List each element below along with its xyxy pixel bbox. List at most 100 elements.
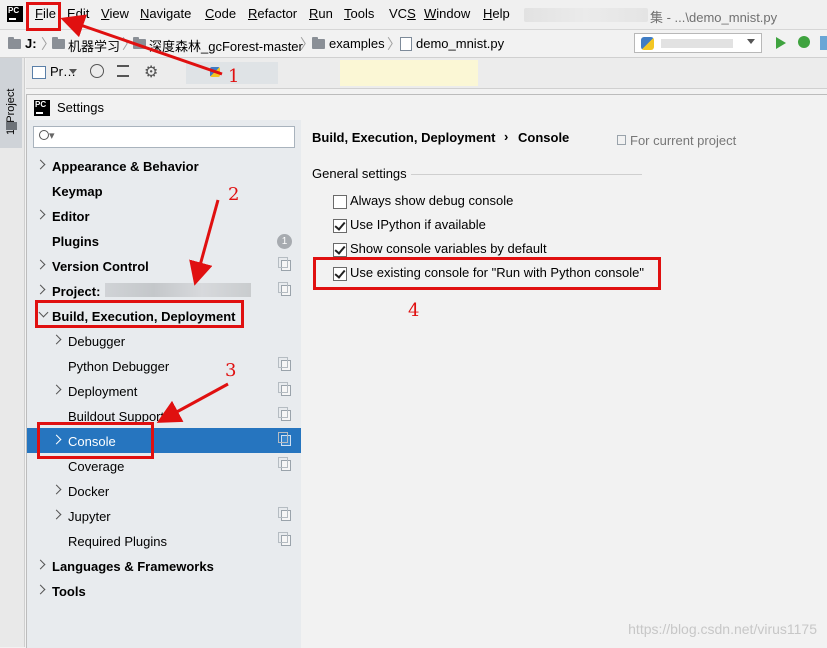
dialog-titlebar: PC Settings <box>27 95 827 120</box>
chevron-right-icon <box>51 484 62 495</box>
breadcrumb-current: Console <box>518 130 570 145</box>
breadcrumb-parent: Build, Execution, Deployment <box>312 130 496 145</box>
coverage-icon[interactable] <box>820 36 827 50</box>
pycharm-logo-icon: PC <box>34 100 50 116</box>
python-file-icon <box>400 37 412 51</box>
for-current-project-label: For current project <box>630 133 737 148</box>
tree-item-languages-frameworks[interactable]: Languages & Frameworks <box>27 553 301 578</box>
annotation-box-console <box>37 422 154 459</box>
breadcrumb-examples[interactable]: examples <box>329 36 385 51</box>
menu-navigate[interactable]: Navigate <box>140 6 191 21</box>
breadcrumb-drive[interactable]: J: <box>25 36 37 51</box>
project-scope-icon <box>617 135 626 145</box>
menu-vcs[interactable]: VCS <box>389 6 416 21</box>
annotation-number-2: 2 <box>228 184 240 205</box>
folder-icon <box>52 37 65 49</box>
run-configuration-select[interactable] <box>634 33 762 53</box>
folder-icon <box>6 122 17 130</box>
chevron-right-icon <box>35 159 46 170</box>
plugins-update-badge: 1 <box>277 234 292 249</box>
project-scope-icon <box>278 457 291 471</box>
python-icon <box>641 37 654 50</box>
pycharm-logo-icon: PC <box>7 6 23 22</box>
menu-edit[interactable]: Edit <box>67 6 89 21</box>
tree-item-deployment[interactable]: Deployment <box>27 378 301 403</box>
section-title: General settings <box>312 166 407 181</box>
settings-content: Build, Execution, Deployment › Console F… <box>301 120 827 648</box>
chevron-right-icon <box>51 384 62 395</box>
folder-icon <box>312 37 325 49</box>
breadcrumb-project[interactable]: 深度森林_gcForest-master <box>149 36 303 55</box>
menu-help[interactable]: Help <box>483 6 510 21</box>
folder-icon <box>133 37 146 49</box>
settings-tree: ▾ Appearance & Behavior Keymap Editor Pl… <box>27 120 301 648</box>
tree-item-version-control[interactable]: Version Control <box>27 253 301 278</box>
project-scope-icon <box>278 382 291 396</box>
collapse-icon[interactable] <box>117 65 129 77</box>
chevron-right-icon <box>35 209 46 220</box>
menu-run[interactable]: Run <box>309 6 333 21</box>
project-scope-icon <box>278 357 291 371</box>
tree-item-keymap[interactable]: Keymap <box>27 178 301 203</box>
run-icon[interactable] <box>776 37 786 49</box>
blurred-config-name <box>661 39 733 48</box>
annotation-number-1: 1 <box>228 66 240 87</box>
editor-tab-active[interactable] <box>340 60 478 86</box>
chevron-down-icon <box>69 69 77 74</box>
project-scope-icon <box>278 432 291 446</box>
menu-view[interactable]: View <box>101 6 129 21</box>
tree-item-python-debugger[interactable]: Python Debugger <box>27 353 301 378</box>
chevron-right-icon <box>51 509 62 520</box>
menu-code[interactable]: Code <box>205 6 236 21</box>
tree-item-tools[interactable]: Tools <box>27 578 301 603</box>
folder-icon <box>8 37 21 49</box>
search-icon <box>39 130 49 140</box>
watermark: https://blog.csdn.net/virus1175 <box>628 621 817 637</box>
checkbox-checked[interactable] <box>333 243 347 257</box>
blurred-title <box>524 8 648 22</box>
breadcrumb-separator: › <box>504 129 509 144</box>
project-scope-icon <box>278 282 291 296</box>
chevron-right-icon <box>35 559 46 570</box>
section-divider <box>411 174 642 175</box>
crosshair-icon[interactable] <box>90 64 104 78</box>
project-scope-icon <box>278 257 291 271</box>
annotation-number-4: 4 <box>408 300 420 321</box>
chevron-right-icon <box>35 584 46 595</box>
annotation-number-3: 3 <box>225 360 237 381</box>
chevron-right-icon <box>51 334 62 345</box>
annotation-box-option <box>313 257 661 290</box>
tree-item-required-plugins[interactable]: Required Plugins <box>27 528 301 553</box>
breadcrumb-file[interactable]: demo_mnist.py <box>416 36 504 51</box>
settings-dialog: PC Settings ▾ Appearance & Behavior Keym… <box>26 94 827 648</box>
tree-item-debugger[interactable]: Debugger <box>27 328 301 353</box>
annotation-box-file <box>26 2 61 31</box>
dialog-title: Settings <box>57 100 104 115</box>
menu-window[interactable]: Window <box>424 6 470 21</box>
chevron-down-icon <box>747 39 755 44</box>
project-scope-icon <box>278 407 291 421</box>
search-placeholder-glyph: ▾ <box>49 130 55 142</box>
blurred-project-name <box>105 283 251 297</box>
breadcrumb-separator: 〉 <box>387 36 401 52</box>
project-view-icon <box>32 66 46 79</box>
tree-item-docker[interactable]: Docker <box>27 478 301 503</box>
window-title: 集 - ...\demo_mnist.py <box>650 10 778 25</box>
gear-icon[interactable]: ⚙ <box>144 62 158 82</box>
project-scope-icon <box>278 532 291 546</box>
settings-search-input[interactable]: ▾ <box>33 126 295 148</box>
tree-item-appearance[interactable]: Appearance & Behavior <box>27 153 301 178</box>
chevron-right-icon <box>35 284 46 295</box>
tree-item-jupyter[interactable]: Jupyter <box>27 503 301 528</box>
tree-item-editor[interactable]: Editor <box>27 203 301 228</box>
breadcrumb-folder[interactable]: 机器学习 <box>68 36 120 55</box>
tree-item-plugins[interactable]: Plugins 1 <box>27 228 301 253</box>
debug-icon[interactable] <box>798 36 810 48</box>
project-scope-icon <box>278 507 291 521</box>
project-toolbar: Pr… ⚙ <box>26 58 827 89</box>
menu-tools[interactable]: Tools <box>344 6 374 21</box>
menu-refactor[interactable]: Refactor <box>248 6 297 21</box>
annotation-box-build <box>35 300 244 328</box>
checkbox[interactable] <box>333 195 347 209</box>
checkbox-checked[interactable] <box>333 219 347 233</box>
